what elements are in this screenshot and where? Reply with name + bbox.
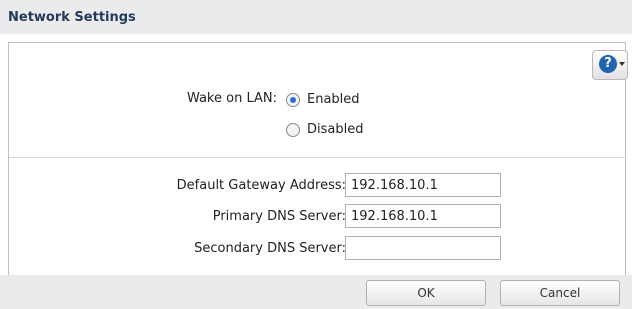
page-title: Network Settings [8, 10, 136, 25]
ok-button[interactable]: OK [366, 280, 486, 306]
radio-enabled[interactable]: Enabled [286, 92, 360, 107]
gateway-label: Default Gateway Address: [176, 178, 346, 193]
chevron-down-icon [619, 62, 625, 66]
title-bar: Network Settings [0, 0, 632, 34]
primary-dns-label: Primary DNS Server: [212, 209, 346, 224]
primary-dns-input[interactable] [345, 204, 501, 228]
radio-disabled[interactable]: Disabled [286, 122, 363, 137]
divider [9, 157, 625, 158]
radio-enabled-label: Enabled [307, 92, 360, 107]
radio-enabled-indicator[interactable] [286, 92, 300, 107]
help-button[interactable]: ? [592, 50, 628, 80]
secondary-dns-label: Secondary DNS Server: [194, 241, 346, 256]
settings-panel: ? Wake on LAN: Enabled Disabled Default … [8, 42, 628, 278]
cancel-button[interactable]: Cancel [500, 280, 620, 306]
gateway-input[interactable] [345, 173, 501, 197]
radio-disabled-indicator[interactable] [286, 122, 300, 137]
wake-on-lan-label: Wake on LAN: [186, 91, 277, 106]
radio-disabled-label: Disabled [307, 122, 364, 137]
footer-bar: OK Cancel [0, 275, 632, 309]
secondary-dns-input[interactable] [345, 236, 501, 260]
help-icon: ? [599, 55, 617, 73]
